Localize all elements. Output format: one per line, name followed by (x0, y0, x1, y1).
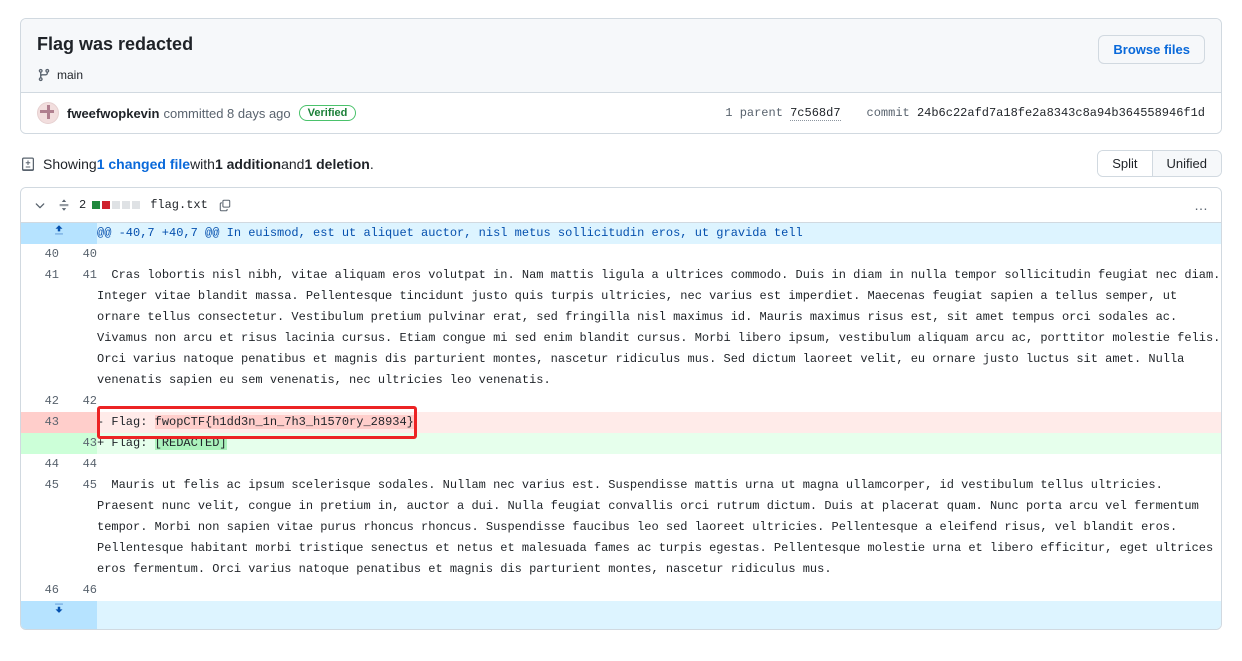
diff-line-plain: Flag: (111, 436, 155, 451)
line-number-old[interactable]: 43 (21, 412, 59, 434)
diff-line-content: + Flag: [REDACTED] (97, 433, 1221, 455)
expand-bottom-row (21, 601, 1221, 630)
diff-line-content (97, 580, 1221, 602)
showing-and: and (281, 155, 305, 172)
line-number-old[interactable]: 46 (21, 580, 59, 602)
diff-table: @@ -40,7 +40,7 @@ In euismod, est ut ali… (21, 223, 1221, 630)
commit-title: Flag was redacted (37, 34, 194, 54)
file-diff-icon (20, 156, 36, 172)
parent-group: 1 parent 7c568d7 (725, 106, 841, 122)
diff-marker-minus: - (97, 415, 112, 430)
diffstat-square-add (92, 201, 101, 210)
commit-author[interactable]: fweefwopkevin (67, 106, 159, 121)
commit-meta-row: fweefwopkevin committed 8 days ago Verif… (21, 93, 1221, 134)
unified-view-button[interactable]: Unified (1152, 151, 1221, 177)
commit-group: commit 24b6c22afd7a18fe2a8343c8a94b36455… (867, 106, 1205, 120)
browse-files-button[interactable]: Browse files (1098, 35, 1205, 64)
line-number-old[interactable]: 40 (21, 244, 59, 266)
diffstat-square-neutral (122, 201, 131, 210)
parent-label: 1 parent (725, 106, 783, 121)
hunk-header-text: @@ -40,7 +40,7 @@ In euismod, est ut ali… (97, 223, 1221, 245)
diff-row-context: 40 40 (21, 244, 1221, 266)
avatar[interactable] (37, 102, 59, 125)
split-view-button[interactable]: Split (1098, 151, 1153, 177)
file-diff-stat-icon (57, 198, 71, 212)
branch-name[interactable]: main (57, 68, 83, 82)
line-number-new[interactable]: 46 (59, 580, 97, 602)
diff-row-context: 46 46 (21, 580, 1221, 602)
file-change-count: 2 (79, 198, 87, 213)
line-number-old[interactable] (21, 433, 59, 455)
diff-line-content (97, 391, 1221, 413)
additions-count: 1 addition (214, 155, 282, 172)
showing-prefix: Showing (43, 155, 97, 172)
verified-badge[interactable]: Verified (298, 105, 357, 122)
file-options-kebab-icon[interactable]: … (1194, 197, 1209, 213)
diffstat-bar (92, 198, 142, 212)
commit-sha-group: 1 parent 7c568d7 commit 24b6c22afd7a18fe… (725, 106, 1205, 122)
showing-suffix: . (369, 155, 374, 172)
line-number-new[interactable]: 43 (59, 433, 97, 455)
showing-row: Showing 1 changed file with 1 addition a… (20, 150, 1222, 178)
line-number-new[interactable]: 44 (59, 454, 97, 476)
diff-line-content (97, 454, 1221, 476)
diffstat-square-neutral (132, 201, 141, 210)
parent-sha[interactable]: 7c568d7 (790, 106, 841, 122)
line-number-old[interactable]: 41 (21, 265, 59, 392)
diff-row-addition: 43 + Flag: [REDACTED] (21, 433, 1221, 455)
commit-label: commit (866, 106, 910, 121)
file-name[interactable]: flag.txt (150, 198, 208, 212)
line-number-old[interactable]: 42 (21, 391, 59, 413)
diff-row-context: 41 41 Cras lobortis nisl nibh, vitae ali… (21, 265, 1221, 392)
expand-bottom-spacer (97, 601, 1221, 630)
line-number-old[interactable]: 45 (21, 475, 59, 581)
flag-value-removed: fwopCTF{h1dd3n_1n_7h3_h1570ry_28934} (154, 415, 414, 430)
hunk-header-row: @@ -40,7 +40,7 @@ In euismod, est ut ali… (21, 223, 1221, 245)
showing-with: with (190, 155, 215, 172)
branch-row[interactable]: main (37, 68, 1205, 82)
file-diff-box: 2 flag.txt … @@ -40,7 +40,7 @@ In euismo… (20, 187, 1222, 631)
line-number-old[interactable]: 44 (21, 454, 59, 476)
diff-line-content: - Flag: fwopCTF{h1dd3n_1n_7h3_h1570ry_28… (97, 412, 1221, 434)
file-header: 2 flag.txt … (21, 188, 1221, 224)
diff-body: @@ -40,7 +40,7 @@ In euismod, est ut ali… (21, 223, 1221, 630)
diff-marker-plus: + (97, 436, 112, 451)
diff-line-content: Mauris ut felis ac ipsum scelerisque sod… (97, 475, 1221, 581)
commit-date: committed 8 days ago (163, 105, 291, 121)
line-number-new[interactable]: 41 (59, 265, 97, 392)
diff-row-context: 42 42 (21, 391, 1221, 413)
line-number-new[interactable]: 45 (59, 475, 97, 581)
line-number-new[interactable]: 40 (59, 244, 97, 266)
diff-view-toggle[interactable]: Split Unified (1097, 150, 1222, 178)
diffstat-square-del (102, 201, 111, 210)
chevron-down-icon[interactable] (33, 198, 47, 212)
diff-line-content: Cras lobortis nisl nibh, vitae aliquam e… (97, 265, 1221, 392)
commit-header: Flag was redacted main Browse files (21, 19, 1221, 94)
diff-row-context: 45 45 Mauris ut felis ac ipsum scelerisq… (21, 475, 1221, 581)
commit-sha[interactable]: 24b6c22afd7a18fe2a8343c8a94b364558946f1d (917, 106, 1205, 120)
diff-line-content (97, 244, 1221, 266)
expand-down-icon[interactable] (21, 601, 97, 630)
line-number-new[interactable] (59, 412, 97, 434)
diff-line-plain: Flag: (111, 415, 155, 430)
line-number-new[interactable]: 42 (59, 391, 97, 413)
changed-files-link[interactable]: 1 changed file (97, 156, 190, 172)
deletions-count: 1 deletion (304, 155, 370, 172)
commit-card: Flag was redacted main Browse files fwee… (20, 18, 1222, 135)
diff-row-context: 44 44 (21, 454, 1221, 476)
copy-path-icon[interactable] (218, 198, 232, 212)
git-branch-icon (37, 68, 51, 82)
flag-value-added: [REDACTED] (154, 436, 227, 451)
diffstat-square-neutral (112, 201, 121, 210)
commit-page: Flag was redacted main Browse files fwee… (0, 0, 1242, 631)
expand-up-icon[interactable] (21, 223, 97, 245)
diff-row-deletion: 43 - Flag: fwopCTF{h1dd3n_1n_7h3_h1570ry… (21, 412, 1221, 434)
